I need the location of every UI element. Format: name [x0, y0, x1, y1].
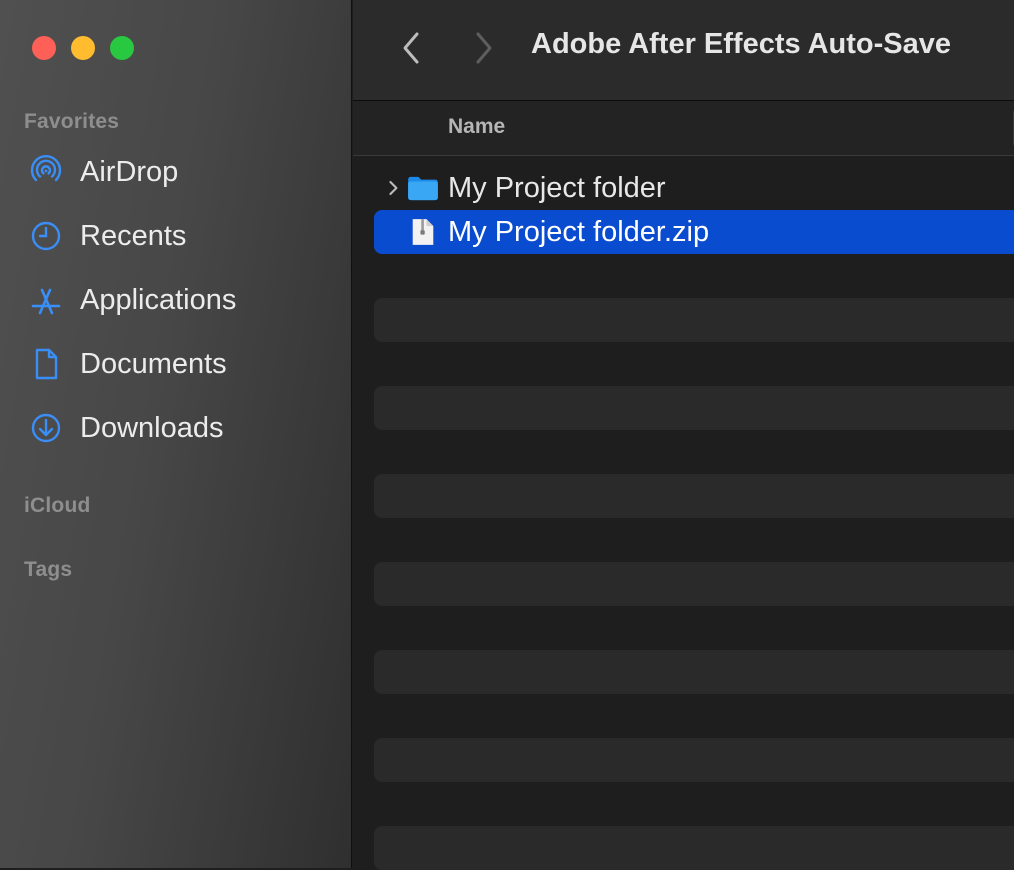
sidebar-item-label: Recents [80, 219, 187, 252]
sidebar-item-label: AirDrop [80, 155, 179, 188]
sidebar-item-downloads[interactable]: Downloads [28, 406, 223, 450]
empty-row [374, 386, 1014, 430]
chevron-right-icon [389, 180, 398, 196]
empty-row [374, 738, 1014, 782]
toolbar: Adobe After Effects Auto-Save [353, 0, 1014, 101]
sidebar: Favorites AirDrop Recents Applications D… [0, 0, 352, 868]
sidebar-item-label: Downloads [80, 411, 224, 444]
chevron-right-icon [476, 32, 492, 64]
file-list: My Project folder My Project folder.zip [353, 156, 1014, 870]
sidebar-item-label: Applications [80, 283, 237, 316]
forward-button[interactable] [468, 30, 498, 66]
column-header: Name [353, 101, 1014, 156]
window-controls [32, 36, 134, 60]
icloud-section-title[interactable]: iCloud [24, 494, 91, 518]
back-button[interactable] [397, 30, 427, 66]
empty-row [374, 298, 1014, 342]
airdrop-icon [28, 154, 64, 190]
window-title: Adobe After Effects Auto-Save [531, 28, 952, 60]
sidebar-item-recents[interactable]: Recents [28, 214, 186, 258]
download-icon [28, 410, 64, 446]
empty-row [374, 562, 1014, 606]
minimize-window-button[interactable] [71, 36, 95, 60]
empty-row [374, 826, 1014, 870]
empty-row [374, 474, 1014, 518]
zip-file-icon [406, 216, 440, 248]
sidebar-item-airdrop[interactable]: AirDrop [28, 150, 178, 194]
close-window-button[interactable] [32, 36, 56, 60]
chevron-left-icon [403, 32, 419, 64]
zoom-window-button[interactable] [110, 36, 134, 60]
applications-icon [28, 282, 64, 318]
empty-row [374, 650, 1014, 694]
name-column-header[interactable]: Name [448, 115, 505, 139]
file-name: My Project folder [448, 171, 666, 204]
disclosure-triangle[interactable] [382, 179, 404, 197]
list-item-folder[interactable]: My Project folder [374, 166, 1014, 210]
document-icon [28, 346, 64, 382]
favorites-section-title: Favorites [24, 110, 120, 133]
clock-icon [28, 218, 64, 254]
list-item-zip[interactable]: My Project folder.zip [374, 210, 1014, 254]
folder-icon [406, 172, 440, 204]
sidebar-item-documents[interactable]: Documents [28, 342, 227, 386]
tags-section-title[interactable]: Tags [24, 558, 72, 582]
sidebar-item-label: Documents [80, 347, 227, 380]
file-name: My Project folder.zip [448, 215, 710, 248]
sidebar-item-applications[interactable]: Applications [28, 278, 236, 322]
